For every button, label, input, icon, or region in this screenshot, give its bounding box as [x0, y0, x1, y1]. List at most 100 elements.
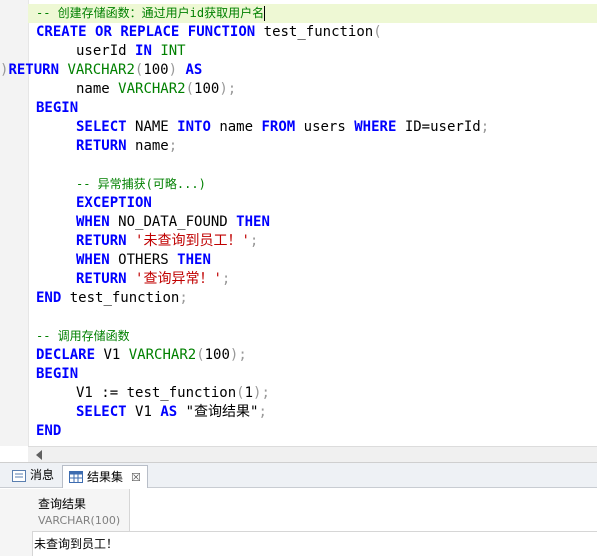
keyword: AS	[185, 62, 203, 78]
keyword: WHEN	[76, 252, 110, 268]
comment: -- 调用存储函数	[36, 329, 130, 343]
keyword: AS	[160, 404, 178, 420]
code-line: -- 调用存储函数	[36, 327, 597, 346]
punctuation: ;	[249, 233, 259, 249]
panel-tab-bar: 消息 结果集 ☒	[0, 463, 597, 488]
tab-label: 消息	[30, 468, 55, 482]
string-literal: '未查询到员工！'	[135, 233, 250, 249]
identifier: V1	[76, 385, 93, 401]
punctuation: );	[253, 385, 270, 401]
punctuation: (	[185, 81, 195, 97]
code-line: userId IN INT	[36, 42, 597, 61]
type-name: VARCHAR2	[67, 62, 135, 78]
horizontal-scrollbar[interactable]	[28, 446, 597, 462]
type-name: VARCHAR2	[128, 347, 197, 363]
code-line: RETURN '查询异常！';	[36, 270, 597, 289]
keyword: REPLACE	[120, 24, 180, 40]
scroll-left-icon[interactable]	[36, 450, 42, 460]
keyword: THEN	[236, 214, 270, 230]
result-grid: 查询结果 VARCHAR(100) 未查询到员工！	[0, 489, 597, 556]
identifier: OTHERS	[118, 252, 169, 268]
keyword: RETURN	[76, 138, 127, 154]
code-line: V1 := test_function(1);	[36, 384, 597, 403]
keyword: OR	[95, 24, 112, 40]
type-name: INT	[160, 43, 186, 59]
keyword: WHERE	[354, 119, 397, 135]
code-line: -- 创建存储函数：通过用户id获取用户名	[28, 4, 597, 23]
number: 100	[194, 81, 220, 97]
code-line: name VARCHAR2(100);	[36, 80, 597, 99]
column-type: VARCHAR(100)	[38, 514, 121, 527]
identifier: name	[219, 119, 254, 135]
identifier: ID=userId	[404, 119, 481, 135]
punctuation: ;	[179, 290, 188, 306]
row-header-gutter	[0, 489, 33, 556]
table-icon	[69, 471, 83, 483]
keyword: SELECT	[76, 404, 127, 420]
keyword: RETURN	[8, 62, 60, 78]
code-area[interactable]: -- 创建存储函数：通过用户id获取用户名 CREATE OR REPLACE …	[0, 4, 597, 441]
comment: -- 异常捕获(可略...)	[76, 177, 206, 191]
operator: :=	[101, 385, 119, 401]
tab-result-set[interactable]: 结果集 ☒	[62, 465, 148, 488]
number: 100	[204, 347, 230, 363]
keyword: RETURN	[76, 271, 127, 287]
keyword: END	[36, 423, 62, 439]
sql-editor[interactable]: -- 创建存储函数：通过用户id获取用户名 CREATE OR REPLACE …	[0, 0, 597, 446]
code-line: CREATE OR REPLACE FUNCTION test_function…	[36, 23, 597, 42]
identifier: test_function	[126, 385, 237, 401]
code-line: EXCEPTION	[36, 194, 597, 213]
code-line: END test_function;	[36, 289, 597, 308]
punctuation: ;	[258, 404, 267, 420]
punctuation: (	[236, 385, 245, 401]
keyword: END	[36, 290, 62, 306]
punctuation: (	[373, 24, 382, 40]
code-line: )RETURN VARCHAR2(100) AS	[0, 61, 597, 80]
comment: -- 创建存储函数：通过用户id获取用户名	[36, 6, 265, 20]
code-line: BEGIN	[36, 365, 597, 384]
code-line: DECLARE V1 VARCHAR2(100);	[36, 346, 597, 365]
identifier: V1	[135, 404, 152, 420]
identifier: test_function	[263, 24, 374, 40]
number: 100	[143, 62, 169, 78]
tab-messages[interactable]: 消息	[6, 465, 60, 486]
identifier: users	[303, 119, 346, 135]
code-line: WHEN OTHERS THEN	[36, 251, 597, 270]
identifier: userId	[76, 43, 127, 59]
result-cell[interactable]: 未查询到员工！	[34, 535, 118, 552]
keyword: EXCEPTION	[76, 195, 152, 211]
results-panel: 消息 结果集 ☒ 查询结果 VARCHAR(100) 未查询到员工！	[0, 462, 597, 556]
tab-label: 结果集	[87, 469, 124, 484]
code-line: WHEN NO_DATA_FOUND THEN	[36, 213, 597, 232]
code-line: RETURN name;	[36, 137, 597, 156]
keyword: IN	[135, 43, 152, 59]
identifier: name	[135, 138, 169, 154]
column-header[interactable]: 查询结果 VARCHAR(100)	[32, 489, 130, 532]
keyword: DECLARE	[36, 347, 96, 363]
string-literal: '查询异常！'	[135, 271, 222, 287]
code-line: BEGIN	[36, 99, 597, 118]
punctuation: );	[229, 347, 247, 363]
column-name: 查询结果	[38, 497, 87, 511]
identifier: name	[76, 81, 110, 97]
keyword: CREATE	[36, 24, 87, 40]
keyword: SELECT	[76, 119, 127, 135]
identifier: NO_DATA_FOUND	[118, 214, 228, 230]
keyword: WHEN	[76, 214, 110, 230]
identifier: V1	[103, 347, 121, 363]
punctuation: );	[219, 81, 237, 97]
header-filler	[129, 489, 597, 532]
keyword: INTO	[177, 119, 211, 135]
code-line: RETURN '未查询到员工！';	[36, 232, 597, 251]
punctuation: ;	[480, 119, 490, 135]
keyword: FUNCTION	[187, 24, 256, 40]
code-line: SELECT V1 AS "查询结果";	[36, 403, 597, 422]
punctuation: )	[168, 62, 178, 78]
text-cursor	[264, 5, 266, 21]
keyword: FROM	[261, 119, 296, 135]
identifier: NAME	[135, 119, 169, 135]
keyword: RETURN	[76, 233, 127, 249]
code-line: END	[36, 422, 597, 441]
close-icon[interactable]: ☒	[131, 467, 141, 488]
